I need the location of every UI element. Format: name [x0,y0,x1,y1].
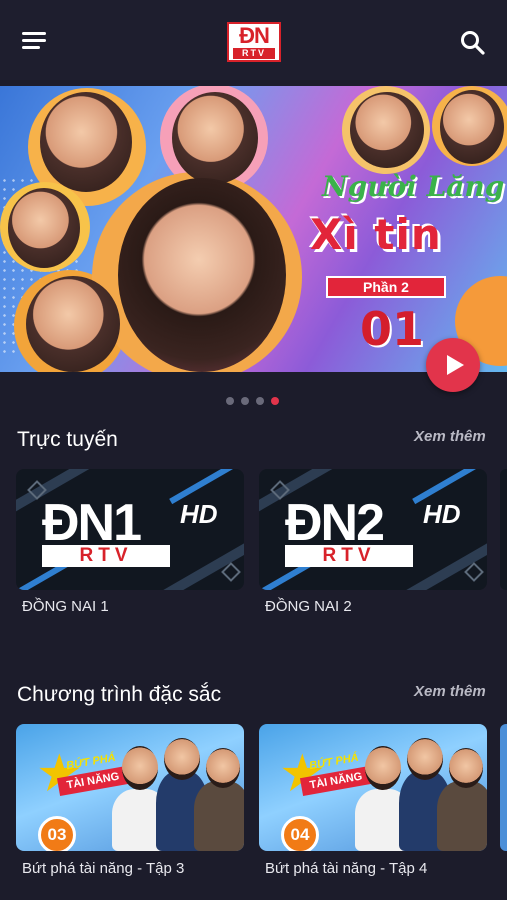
cast-photo-main [118,178,286,372]
banner-episode-number: 01 [360,302,425,356]
banner-title-line1: Người Lăng [322,170,505,203]
pager-dot-active[interactable] [271,397,279,405]
host-figure [437,781,487,851]
pager-dot[interactable] [241,397,249,405]
host-head [407,738,443,780]
episode-badge: 03 [38,816,76,851]
section-title-featured: Chương trình đặc sắc [17,683,222,706]
channel-logo: ĐN2 HD RTV [285,497,470,567]
host-head [122,746,158,790]
channel-logo-prefix: ĐN [42,494,115,552]
logo-rtv-text: RTV [233,48,275,59]
banner-part-label: Phần 2 [326,276,446,298]
cast-photo [440,90,504,164]
hero-banner[interactable]: Người Lăng Xì tin Phần 2 01 [0,86,507,372]
show-name[interactable]: Bứt phá tài năng - Tập 4 [265,860,427,877]
banner-pager [226,396,286,406]
banner-title-line2: Xì tin [310,210,442,259]
hamburger-menu-icon[interactable] [22,32,48,52]
cast-photo [172,92,258,184]
play-icon [447,355,464,375]
channel-logo-number: 2 [356,494,385,552]
app-logo[interactable]: ĐN RTV [227,22,281,62]
channel-logo-rtv: RTV [42,545,170,567]
channel-logo-hd: HD [180,499,218,529]
see-more-featured-link[interactable]: Xem thêm [414,683,486,700]
channel-logo-rtv: RTV [285,545,413,567]
show-brand-logo: ★ BỨT PHÁ TÀI NĂNG [275,746,373,800]
channel-name[interactable]: ĐỒNG NAI 2 [265,598,352,615]
logo-dn-text: ĐN [239,23,270,48]
pager-dot[interactable] [226,397,234,405]
show-card[interactable]: ★ BỨT PHÁ TÀI NĂNG 04 [259,724,487,851]
show-brand-logo: ★ BỨT PHÁ TÀI NĂNG [32,746,130,800]
channel-card-peek[interactable] [500,469,507,590]
cast-photo [40,92,132,192]
show-card[interactable]: ★ BỨT PHÁ TÀI NĂNG 03 [16,724,244,851]
search-icon[interactable] [460,30,486,56]
host-head [206,748,240,788]
host-head [164,738,200,780]
episode-badge: 04 [281,816,319,851]
pager-dot[interactable] [256,397,264,405]
channel-card[interactable]: ĐN2 HD RTV [259,469,487,590]
host-head [365,746,401,790]
show-name[interactable]: Bứt phá tài năng - Tập 3 [22,860,184,877]
channel-card[interactable]: ĐN1 HD RTV [16,469,244,590]
host-head [449,748,483,788]
channel-logo: ĐN1 HD RTV [42,497,227,567]
channel-logo-prefix: ĐN [285,494,358,552]
see-more-live-link[interactable]: Xem thêm [414,428,486,445]
cast-photo [8,188,80,268]
cast-photo [350,92,424,168]
show-card-peek[interactable] [500,724,507,851]
host-figure [194,781,244,851]
channel-logo-wordmark: ĐN1 [42,494,142,552]
cast-photo [26,276,120,372]
channel-logo-number: 1 [113,494,142,552]
top-app-bar: ĐN RTV [0,0,507,80]
channel-logo-wordmark: ĐN2 [285,494,385,552]
channel-logo-hd: HD [423,499,461,529]
channel-name[interactable]: ĐỒNG NAI 1 [22,598,109,615]
play-button[interactable] [426,338,480,392]
section-title-live: Trực tuyến [17,428,118,451]
